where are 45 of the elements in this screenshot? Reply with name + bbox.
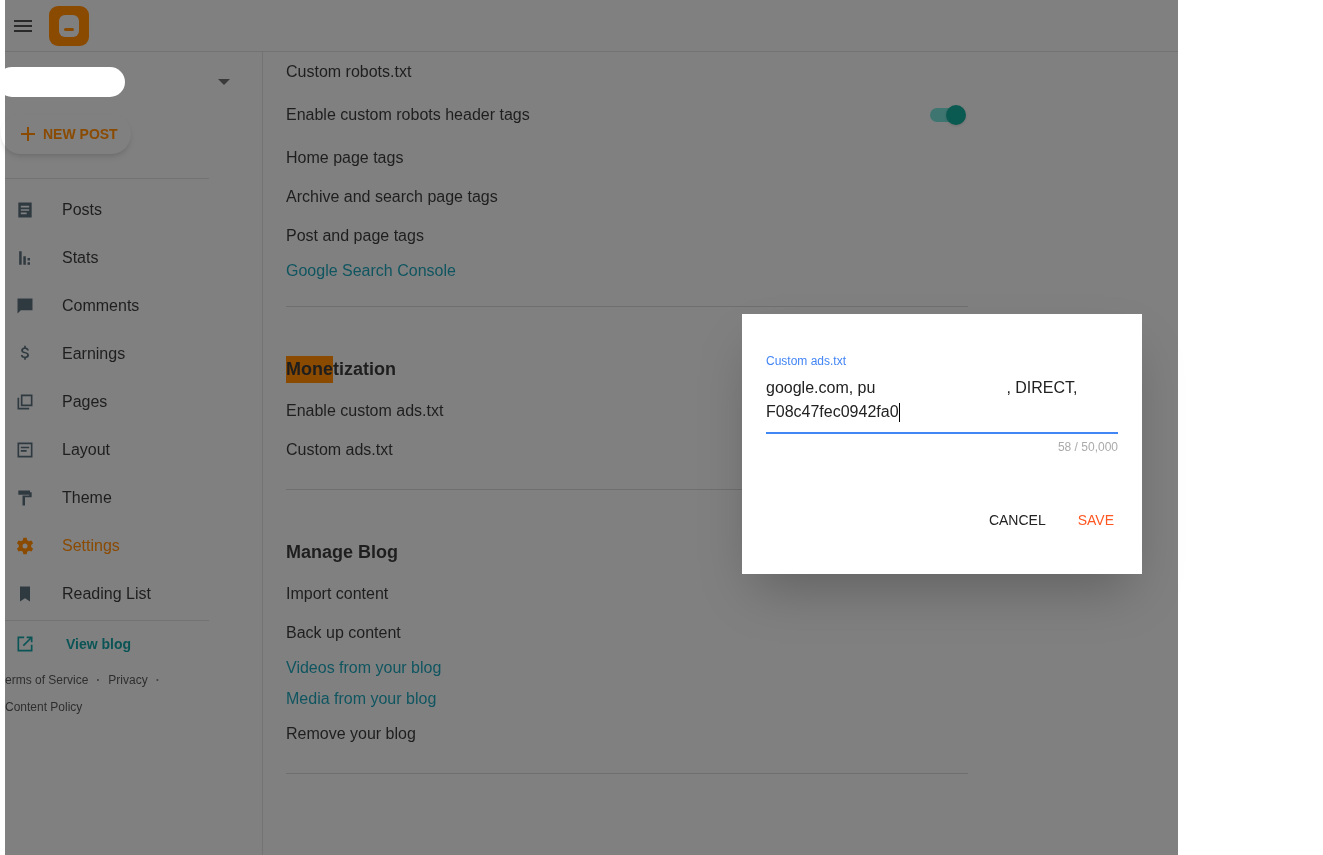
nav-item[interactable]: Stats [5,234,262,282]
section-heading: Manage Blog [286,540,399,564]
separator-dot: · [95,672,102,689]
dialog-button[interactable]: SAVE [1065,502,1126,538]
setting-link[interactable]: Media from your blog [286,686,437,711]
nav-item[interactable]: Theme [5,474,262,522]
nav-item[interactable]: Layout [5,426,262,474]
setting-label[interactable]: Import content [286,581,389,606]
nav-item[interactable]: Posts [5,186,262,234]
setting-label[interactable]: Custom ads.txt [286,437,393,462]
nav-item[interactable]: Pages [5,378,262,426]
nav-item[interactable]: Earnings [5,330,262,378]
dialog-button[interactable]: CANCEL [976,502,1058,538]
footer-link[interactable]: erms of Service [5,667,89,694]
plus-icon [21,127,35,141]
external-link-icon [15,634,35,654]
setting-link[interactable]: Google Search Console [286,258,456,283]
paint-roller-icon [15,488,35,508]
footer-link[interactable]: Privacy [108,667,148,694]
footer-link[interactable]: Content Policy [5,694,83,721]
setting-label: Enable custom robots header tags [286,104,530,125]
setting-label[interactable]: Archive and search page tags [286,184,498,209]
ads-text-field[interactable]: google.com, pu , DIRECT, F08c47fec0942fa0 [766,368,1118,434]
setting-label[interactable]: Post and page tags [286,223,424,248]
dropdown-caret-icon[interactable] [218,79,230,85]
comment-icon [15,296,35,316]
setting-label[interactable]: Remove your blog [286,721,416,746]
character-counter: 58 / 50,000 [1057,439,1118,456]
field-label: Custom ads.txt [766,354,848,368]
logo-icon[interactable] [49,5,89,46]
setting-label[interactable]: Custom robots.txt [286,59,412,84]
layout-icon [15,440,35,460]
pages-icon [15,392,35,412]
gear-icon [15,536,35,556]
document-icon [15,200,35,220]
setting-link[interactable]: Videos from your blog [286,655,442,680]
separator-dot: · [154,672,161,689]
nav-item[interactable]: Comments [5,282,262,330]
toggle-switch[interactable] [930,104,966,125]
setting-label[interactable]: Back up content [286,620,401,645]
nav-item[interactable]: Reading List [5,570,262,618]
menu-icon[interactable] [13,17,33,34]
view-blog-link[interactable]: View blog [5,621,262,667]
setting-label[interactable]: Home page tags [286,145,404,170]
setting-label[interactable]: Enable custom ads.txt [286,398,444,423]
